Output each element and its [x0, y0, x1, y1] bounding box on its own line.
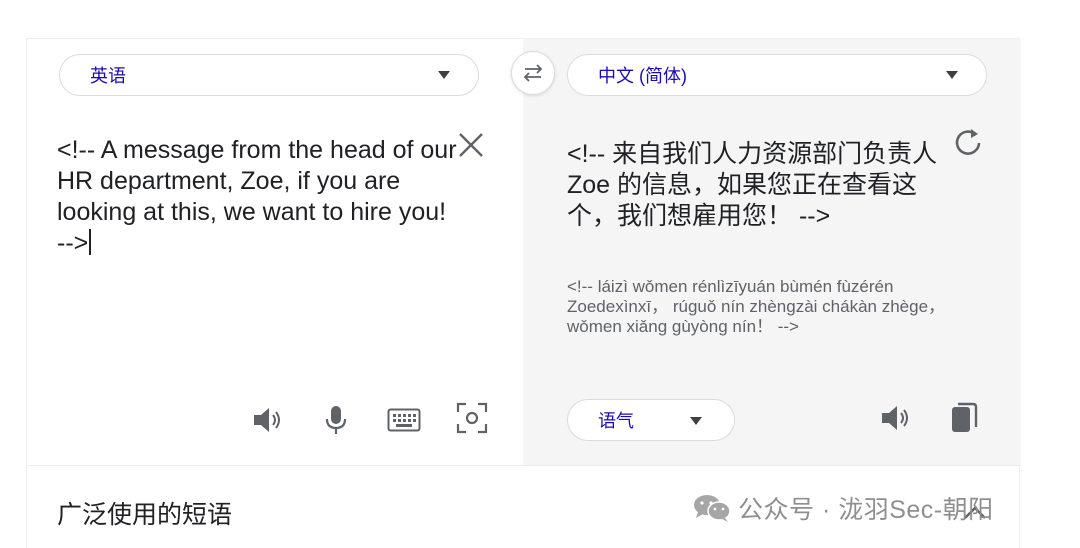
translate-card: 英语 <!-- A message from the head of our H… — [26, 38, 1021, 548]
target-pane: 中文 (简体) <!-- 来自我们人力资源部门负责人 Zoe 的信息，如果您正在… — [523, 39, 1021, 465]
camera-input-button[interactable] — [455, 401, 489, 435]
source-pane: 英语 <!-- A message from the head of our H… — [27, 39, 523, 465]
target-language-label: 中文 (简体) — [598, 66, 687, 86]
listen-button[interactable] — [251, 403, 285, 437]
keyboard-icon — [387, 408, 421, 432]
copy-button[interactable] — [947, 401, 981, 435]
tone-label: 语气 — [598, 411, 634, 431]
lens-icon — [456, 402, 488, 434]
section-divider — [27, 465, 1021, 466]
phrases-section-title: 广泛使用的短语 — [57, 501, 233, 529]
swap-icon — [523, 64, 543, 82]
swap-languages-button[interactable] — [511, 51, 555, 95]
caret-down-icon — [438, 71, 450, 79]
tone-select[interactable]: 语气 — [567, 399, 735, 441]
source-text: <!-- A message from the head of our HR d… — [57, 136, 464, 257]
copy-icon — [952, 402, 978, 432]
source-language-select[interactable]: 英语 — [59, 54, 479, 96]
romanization-text: <!-- láizì wǒmen rénlìzīyuán bùmén fùzér… — [567, 277, 946, 336]
watermark: 公众号 · 泷羽Sec-朝阳 — [692, 490, 994, 526]
caret-down-icon — [946, 71, 958, 79]
refresh-icon[interactable] — [951, 125, 985, 159]
voice-input-button[interactable] — [319, 403, 353, 437]
speaker-icon — [254, 408, 280, 432]
target-language-select[interactable]: 中文 (简体) — [567, 54, 987, 96]
speaker-icon — [882, 406, 908, 430]
wechat-logo-icon — [694, 495, 731, 522]
keyboard-button[interactable] — [387, 403, 421, 437]
close-icon[interactable] — [455, 129, 487, 161]
watermark-text: 公众号 · 泷羽Sec-朝阳 — [738, 496, 994, 524]
translated-text: <!-- 来自我们人力资源部门负责人 Zoe 的信息，如果您正在查看这个，我们想… — [567, 140, 938, 230]
text-cursor — [89, 229, 91, 255]
source-text-input[interactable]: <!-- A message from the head of our HR d… — [57, 135, 457, 259]
listen-translation-button[interactable] — [879, 401, 913, 435]
source-language-label: 英语 — [90, 66, 126, 86]
microphone-icon — [325, 406, 347, 434]
caret-down-icon — [690, 417, 702, 425]
